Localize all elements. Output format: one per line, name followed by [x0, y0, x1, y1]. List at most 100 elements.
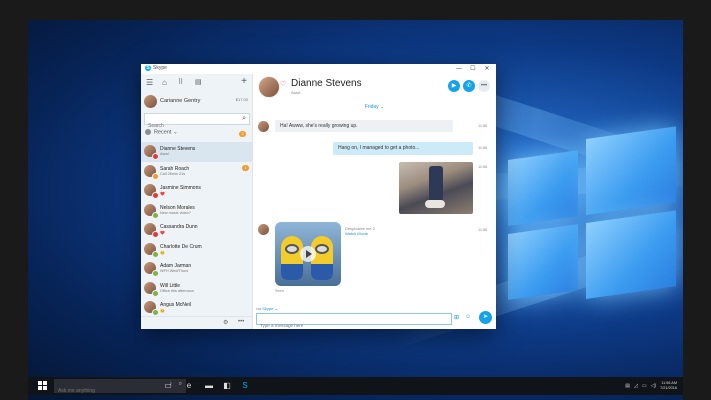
send-via[interactable]: via Skype ⌄	[256, 306, 278, 311]
windows-logo-wallpaper	[508, 120, 678, 324]
presence-status	[152, 270, 159, 277]
system-tray: ▤ ◿ ▭ ◁) 11:56 AM 7/21/2016	[625, 379, 677, 393]
presence-status	[152, 309, 159, 316]
message-bubble-outgoing: Hang on, I managed to get a photo...	[333, 142, 473, 155]
minimize-button[interactable]: —	[452, 64, 466, 74]
message-time: 11:56	[478, 124, 488, 128]
contact-item[interactable]: Nelson Morales New music video?	[141, 201, 252, 221]
contact-name: Charlotte De Crum	[160, 243, 202, 250]
audio-call-button[interactable]: ✆	[463, 80, 475, 92]
contact-mood: Aww!	[291, 90, 301, 95]
contact-mood: Office this afternoon	[160, 288, 194, 293]
contact-item[interactable]: Charlotte De Crum 😊	[141, 240, 252, 260]
play-icon[interactable]	[300, 246, 316, 262]
taskbar: ♪ ⌕ ▭ e ▬ ◧ S ▤ ◿ ▭ ◁) 11:56 AM 7/21/201…	[28, 377, 683, 398]
contact-name: Jasmine Simmons	[160, 185, 201, 191]
contact-item[interactable]: Cassandra Dunn ❤️	[141, 220, 252, 240]
clock-icon	[145, 129, 151, 135]
emoticon-icon[interactable]: ☺	[465, 314, 471, 320]
edge-browser-icon[interactable]: e	[183, 380, 195, 392]
message-time: 11:56	[478, 228, 488, 232]
title-bar[interactable]: S Skype — ☐ ✕	[141, 64, 496, 74]
contact-avatar[interactable]	[258, 76, 280, 98]
start-button[interactable]	[38, 381, 48, 391]
conversation-pane: ♡ Dianne Stevens Aww! ▶ ✆ ••• Friday ⌄ H…	[253, 74, 496, 329]
skype-taskbar-icon[interactable]: S	[239, 380, 251, 392]
dialpad-icon[interactable]: ⠿	[178, 78, 183, 86]
presence-status	[152, 192, 159, 199]
search-icon[interactable]: ⌕	[179, 381, 182, 388]
presence-status	[152, 231, 159, 238]
volume-icon[interactable]: ◁)	[651, 383, 657, 389]
store-icon[interactable]: ◧	[221, 380, 233, 392]
network-icon[interactable]: ◿	[634, 383, 638, 389]
task-view-icon[interactable]: ▭	[162, 380, 174, 392]
message-sender: Seen	[275, 289, 284, 293]
recent-filter[interactable]: Recent ⌄ 2	[145, 129, 249, 139]
contact-item[interactable]: Jasmine Simmons ❤️	[141, 181, 252, 201]
shared-photo[interactable]	[399, 162, 473, 214]
send-button[interactable]: ➤	[479, 311, 492, 324]
message-bubble-incoming: Ha! Awww, she's really growing up.	[275, 120, 453, 132]
contact-item[interactable]: Angus McNeil 😊	[141, 298, 252, 318]
more-actions-button[interactable]: •••	[478, 80, 490, 92]
presence-status	[152, 153, 159, 160]
attach-media-icon[interactable]: ⊞	[454, 314, 459, 321]
presence-status	[152, 250, 159, 258]
contact-mood: 😊	[160, 250, 165, 255]
conversation-title[interactable]: Dianne Stevens	[291, 78, 362, 89]
skype-logo-icon: S	[145, 65, 151, 71]
contact-name: Cassandra Dunn	[160, 224, 198, 230]
watch-movie-link[interactable]: Watch Movie	[345, 231, 375, 236]
battery-icon[interactable]: ▭	[642, 383, 647, 389]
contact-mood: ❤️	[160, 192, 165, 196]
file-explorer-icon[interactable]: ▬	[203, 380, 215, 392]
system-clock[interactable]: 11:56 AM 7/21/2016	[660, 381, 677, 391]
skype-window: S Skype — ☐ ✕ ☰ ⌂ ⠿ ▤ + Carianne Gentry …	[141, 64, 496, 329]
settings-gear-icon[interactable]: ⚙	[223, 319, 228, 326]
maximize-button[interactable]: ☐	[466, 64, 480, 74]
unread-badge: 2	[239, 131, 246, 137]
contact-item[interactable]: Adam Jarman WFH Wed/Thurs	[141, 259, 252, 279]
contact-mood: New music video?	[160, 210, 191, 215]
add-icon[interactable]: +	[241, 76, 247, 87]
close-button[interactable]: ✕	[480, 64, 494, 74]
shared-video-card[interactable]	[275, 222, 341, 286]
video-info: Despicable me 2 Watch Movie	[345, 226, 375, 236]
contact-mood: Aww!	[160, 152, 170, 156]
composer: via Skype ⌄ ⊞ ☺ ➤	[253, 306, 496, 329]
profile[interactable]: Carianne Gentry $17.00	[141, 94, 252, 110]
presence-status	[152, 211, 159, 219]
home-icon[interactable]: ⌂	[162, 78, 167, 87]
contact-item[interactable]: Dianne Stevens Aww!	[141, 142, 252, 162]
more-options-icon[interactable]: •••	[238, 319, 244, 325]
message-time: 11:56	[478, 165, 488, 169]
search-box[interactable]: ⌕	[144, 113, 250, 131]
app-title: S Skype	[145, 65, 167, 71]
contact-mood: 😊	[160, 309, 165, 313]
contact-mood: Call 26min 23s	[160, 171, 186, 176]
hamburger-menu-icon[interactable]: ☰	[146, 78, 153, 87]
cortana-search-input[interactable]	[54, 384, 162, 398]
profile-name: Carianne Gentry	[160, 98, 201, 104]
message-input[interactable]	[257, 321, 453, 329]
avatar	[258, 224, 269, 235]
sidebar-footer: ⚙ •••	[141, 316, 252, 329]
avatar	[258, 121, 269, 132]
contact-item[interactable]: Sarah Roach Call 26min 23s 1	[141, 162, 252, 182]
day-separator[interactable]: Friday ⌄	[253, 104, 496, 110]
contact-mood: WFH Wed/Thurs	[160, 269, 189, 273]
contacts-book-icon[interactable]: ▤	[195, 78, 202, 86]
sidebar: ☰ ⌂ ⠿ ▤ + Carianne Gentry $17.00 ⌕ Recen…	[141, 74, 253, 329]
contact-mood: ❤️	[160, 231, 165, 235]
heart-icon[interactable]: ♡	[280, 80, 286, 88]
message-box[interactable]	[256, 313, 453, 329]
search-icon[interactable]: ⌕	[242, 114, 246, 123]
avatar	[144, 95, 157, 108]
contact-item[interactable]: Will Little Office this afternoon	[141, 279, 252, 299]
message-time: 11:56	[478, 146, 488, 150]
presence-status	[152, 289, 159, 297]
video-call-button[interactable]: ▶	[448, 80, 460, 92]
skype-credit: $17.00	[235, 97, 248, 102]
action-center-icon[interactable]: ▤	[625, 383, 630, 389]
